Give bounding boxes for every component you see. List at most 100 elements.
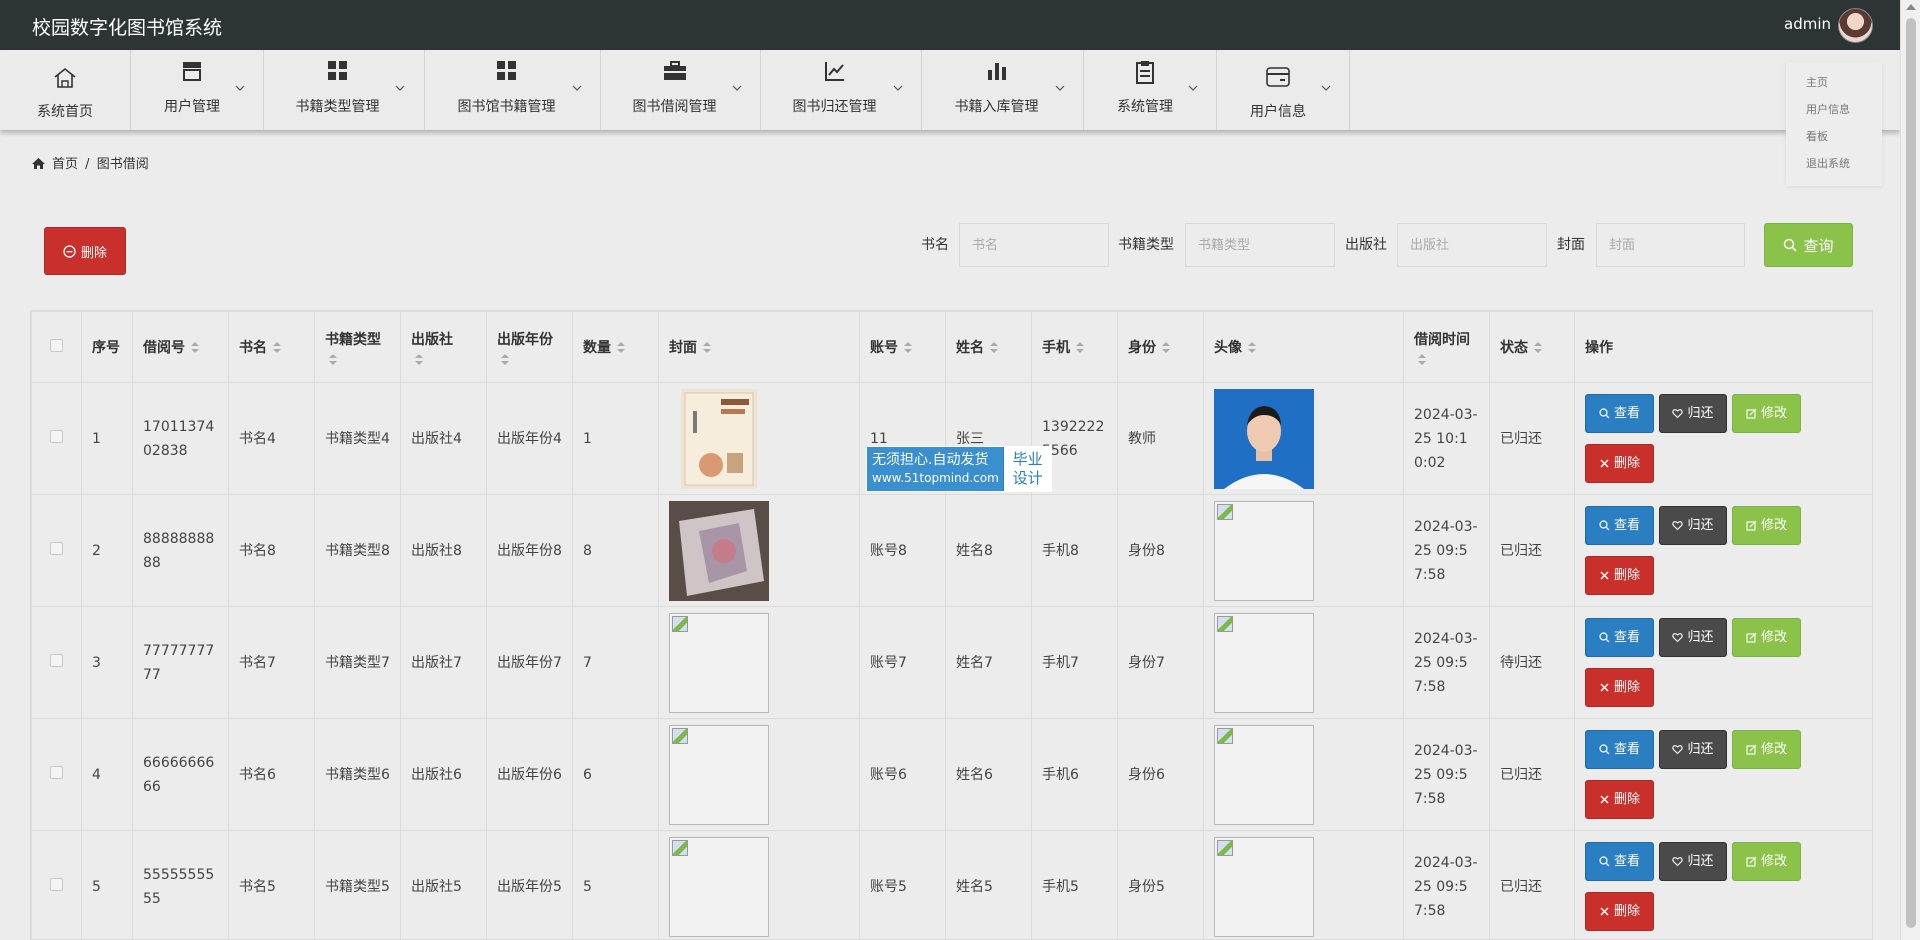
nav-item-user-info[interactable]: 用户信息 <box>1217 50 1350 130</box>
delete-button[interactable]: 删除 <box>1585 892 1654 931</box>
menu-item-dashboard[interactable]: 看板 <box>1806 128 1828 144</box>
edit-button[interactable]: 修改 <box>1732 506 1801 545</box>
breadcrumb-home[interactable]: 首页 <box>52 157 78 172</box>
table-row: 5 5555555555 书名5 书籍类型5 出版社5 出版年份5 5 账号5 姓名5 手机5 身份… <box>31 830 1872 939</box>
view-button[interactable]: 查看 <box>1585 842 1654 881</box>
row-checkbox[interactable] <box>50 429 63 443</box>
col-header-account[interactable]: 账号 <box>859 311 946 383</box>
col-header-qty[interactable]: 数量 <box>572 311 659 383</box>
cell-publisher: 出版社6 <box>400 718 487 831</box>
delete-button[interactable]: 删除 <box>1585 444 1654 483</box>
search-icon <box>1599 632 1610 643</box>
select-all-cell <box>31 311 82 383</box>
cell-book: 书名8 <box>228 494 315 607</box>
row-checkbox[interactable] <box>50 877 63 891</box>
cell-borrow-no: 6666666666 <box>132 718 229 831</box>
cell-phone: 手机5 <box>1031 830 1118 939</box>
search-input-publisher[interactable] <box>1397 223 1547 267</box>
return-button[interactable]: 归还 <box>1659 618 1727 657</box>
menu-item-user-info[interactable]: 用户信息 <box>1806 101 1850 117</box>
col-header-name[interactable]: 姓名 <box>945 311 1032 383</box>
col-header-type[interactable]: 书籍类型 <box>314 311 401 383</box>
row-select-cell <box>31 718 82 831</box>
username[interactable]: admin <box>1784 15 1831 33</box>
col-header-year[interactable]: 出版年份 <box>486 311 573 383</box>
edit-button[interactable]: 修改 <box>1732 842 1801 881</box>
nav-item-system[interactable]: 系统管理 <box>1084 50 1217 130</box>
heart-icon <box>1672 521 1684 531</box>
view-button[interactable]: 查看 <box>1585 618 1654 657</box>
cell-status: 待归还 <box>1489 606 1575 719</box>
col-header-book[interactable]: 书名 <box>228 311 315 383</box>
edit-button[interactable]: 修改 <box>1732 394 1801 433</box>
col-header-phone[interactable]: 手机 <box>1031 311 1118 383</box>
nav-item-return[interactable]: 图书归还管理 <box>761 50 922 130</box>
menu-item-home[interactable]: 主页 <box>1806 74 1828 90</box>
col-header-status[interactable]: 状态 <box>1489 311 1575 383</box>
close-icon <box>1600 459 1609 468</box>
cell-time: 2024-03-25 09:57:58 <box>1403 606 1490 719</box>
cell-book: 书名7 <box>228 606 315 719</box>
edit-button[interactable]: 修改 <box>1732 618 1801 657</box>
return-button[interactable]: 归还 <box>1659 842 1727 881</box>
row-checkbox[interactable] <box>50 653 63 667</box>
delete-button[interactable]: 删除 <box>1585 668 1654 707</box>
cell-type: 书籍类型7 <box>314 606 401 719</box>
nav-item-library-books[interactable]: 图书馆书籍管理 <box>425 50 601 130</box>
cell-avatar <box>1203 606 1404 719</box>
view-button[interactable]: 查看 <box>1585 730 1654 769</box>
nav-item-home[interactable]: 系统首页 <box>0 50 131 130</box>
line-chart-icon <box>748 60 921 84</box>
col-header-avatar[interactable]: 头像 <box>1203 311 1404 383</box>
nav-item-borrow[interactable]: 图书借阅管理 <box>601 50 761 130</box>
cell-time: 2024-03-25 10:10:02 <box>1403 382 1490 495</box>
sort-icon <box>1248 342 1256 353</box>
edit-button[interactable]: 修改 <box>1732 730 1801 769</box>
sort-icon <box>273 342 281 353</box>
cell-cover <box>658 830 860 939</box>
row-checkbox[interactable] <box>50 541 63 555</box>
breadcrumb: 首页 / 图书借阅 <box>31 153 149 172</box>
cell-role: 身份5 <box>1117 830 1204 939</box>
col-header-time[interactable]: 借阅时间 <box>1403 311 1490 383</box>
scroll-thumb[interactable] <box>1906 18 1916 928</box>
search-input-cover[interactable] <box>1596 223 1745 267</box>
close-icon <box>1600 683 1609 692</box>
return-button[interactable]: 归还 <box>1659 730 1727 769</box>
search-icon <box>1599 520 1610 531</box>
nav-item-book-types[interactable]: 书籍类型管理 <box>264 50 425 130</box>
return-button[interactable]: 归还 <box>1659 394 1727 433</box>
cell-name: 姓名7 <box>945 606 1032 719</box>
menu-item-logout[interactable]: 退出系统 <box>1806 155 1850 171</box>
view-button[interactable]: 查看 <box>1585 394 1654 433</box>
nav-item-stock-in[interactable]: 书籍入库管理 <box>922 50 1084 130</box>
search-input-book[interactable] <box>959 223 1109 267</box>
delete-button[interactable]: 删除 <box>1585 556 1654 595</box>
cell-actions: 查看 归还 修改删除 <box>1574 718 1872 831</box>
select-all-checkbox[interactable] <box>50 338 63 352</box>
edit-icon <box>1746 856 1757 867</box>
nav-item-users[interactable]: 用户管理 <box>131 50 264 130</box>
scroll-up-arrow-icon[interactable] <box>1906 4 1916 10</box>
batch-delete-button[interactable]: 删除 <box>44 227 126 275</box>
view-button[interactable]: 查看 <box>1585 506 1654 545</box>
cell-name: 姓名6 <box>945 718 1032 831</box>
search-input-type[interactable] <box>1185 223 1335 267</box>
edit-icon <box>1746 744 1757 755</box>
cell-avatar <box>1203 382 1404 495</box>
grid-icon <box>251 60 424 84</box>
user-avatar[interactable] <box>1838 8 1873 43</box>
col-header-cover[interactable]: 封面 <box>658 311 860 383</box>
row-select-cell <box>31 606 82 719</box>
breadcrumb-separator: / <box>85 157 90 172</box>
col-header-borrow-no[interactable]: 借阅号 <box>132 311 229 383</box>
return-button[interactable]: 归还 <box>1659 506 1727 545</box>
delete-button[interactable]: 删除 <box>1585 780 1654 819</box>
row-checkbox[interactable] <box>50 765 63 779</box>
col-header-role[interactable]: 身份 <box>1117 311 1204 383</box>
query-button[interactable]: 查询 <box>1764 223 1853 267</box>
query-label: 查询 <box>1803 236 1834 255</box>
page-scrollbar[interactable] <box>1900 0 1920 940</box>
cell-phone: 手机8 <box>1031 494 1118 607</box>
col-header-publisher[interactable]: 出版社 <box>400 311 487 383</box>
